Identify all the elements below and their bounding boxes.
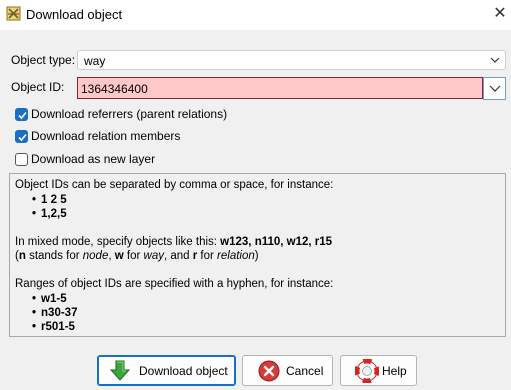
lifebuoy-icon <box>354 358 380 384</box>
legend-text: stands for <box>25 250 83 262</box>
help-text-panel: Object IDs can be separated by comma or … <box>9 173 506 337</box>
chevron-down-icon[interactable] <box>487 51 503 69</box>
legend-text: for <box>123 250 144 262</box>
list-item: w1-5 <box>32 292 67 306</box>
object-id-history-dropdown[interactable] <box>483 77 506 100</box>
chevron-down-icon <box>489 85 501 92</box>
new-layer-checkbox[interactable] <box>15 153 28 166</box>
list-item: 1,2,5 <box>32 207 67 221</box>
mixed-mode-text: In mixed mode, specify objects like this… <box>15 235 332 249</box>
new-layer-label[interactable]: Download as new layer <box>31 152 155 166</box>
cancel-label: Cancel <box>286 364 324 378</box>
download-arrow-icon <box>108 359 132 383</box>
legend-key: n <box>18 250 26 262</box>
list-item: 1 2 5 <box>32 193 67 207</box>
legend-term: node <box>82 250 109 262</box>
list-item: n30-37 <box>32 306 77 320</box>
checkmark-icon <box>18 111 27 120</box>
mixed-mode-legend: (n stands for node, w for way, and r for… <box>15 249 259 263</box>
help-label: Help <box>382 364 407 378</box>
object-id-label: Object ID: <box>11 80 65 94</box>
josm-download-icon <box>6 6 21 21</box>
help-separator-text: Object IDs can be separated by comma or … <box>15 179 334 191</box>
cancel-icon <box>257 359 281 383</box>
download-object-button[interactable]: Download object <box>97 355 236 386</box>
legend-text: for <box>197 250 218 262</box>
window-title: Download object <box>26 7 123 22</box>
download-referrers-checkbox[interactable] <box>15 108 28 121</box>
mixed-mode-prefix: In mixed mode, specify objects like this… <box>15 236 221 248</box>
cancel-button[interactable]: Cancel <box>242 355 333 386</box>
download-members-checkbox[interactable] <box>15 130 28 143</box>
checkmark-icon <box>18 133 27 142</box>
legend-text: , and <box>163 250 193 262</box>
legend-term: relation <box>217 250 255 262</box>
legend-key: w <box>114 250 124 262</box>
object-id-value: 1364346400 <box>81 82 148 96</box>
download-referrers-label[interactable]: Download referrers (parent relations) <box>31 107 227 121</box>
title-bar: Download object ✕ <box>0 0 511 30</box>
object-id-input[interactable]: 1364346400 <box>77 77 483 99</box>
close-icon[interactable]: ✕ <box>489 0 511 30</box>
ranges-text: Ranges of object IDs are specified with … <box>15 278 334 290</box>
download-object-label: Download object <box>139 364 228 378</box>
mixed-mode-example: w123, n110, w12, r15 <box>220 236 333 248</box>
legend-text: ) <box>254 250 259 262</box>
object-type-select[interactable]: way <box>77 50 506 70</box>
object-type-label: Object type: <box>11 53 76 67</box>
object-type-value: way <box>84 54 106 68</box>
list-item: r501-5 <box>32 320 75 334</box>
legend-term: way <box>143 250 164 262</box>
download-members-label[interactable]: Download relation members <box>31 129 180 143</box>
help-button[interactable]: Help <box>340 355 417 386</box>
